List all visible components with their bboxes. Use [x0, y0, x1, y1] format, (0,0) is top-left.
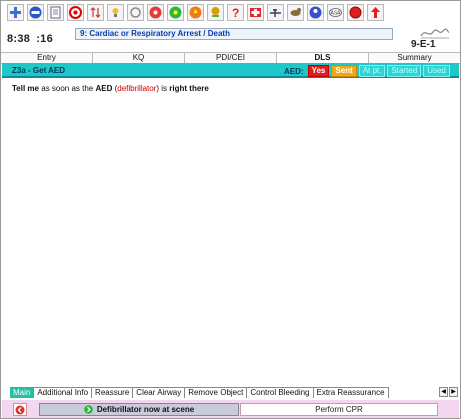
next-arrow-icon: [84, 405, 93, 414]
time-seconds: :16: [36, 33, 54, 45]
animal-icon[interactable]: [287, 4, 304, 21]
tab-reassure[interactable]: Reassure: [92, 388, 134, 398]
remove-icon[interactable]: [27, 4, 44, 21]
instr-aed: AED: [95, 84, 113, 93]
aed-at-pt-button[interactable]: At pt.: [358, 65, 386, 77]
aed-yes-button[interactable]: Yes: [307, 65, 330, 77]
fire-icon[interactable]: [187, 4, 204, 21]
tab-dls[interactable]: DLS: [277, 53, 369, 63]
medical-icon[interactable]: [247, 4, 264, 21]
tab-kq[interactable]: KQ: [93, 53, 185, 63]
alert-icon[interactable]: [347, 4, 364, 21]
stop-icon[interactable]: [67, 4, 84, 21]
case-title-field[interactable]: 9: Cardiac or Respiratory Arrest / Death: [75, 28, 393, 40]
question-icon[interactable]: ?: [227, 4, 244, 21]
aed-started-button[interactable]: Started: [387, 65, 422, 77]
tab-scroll-right-icon[interactable]: ▶: [449, 387, 458, 397]
sort-icon[interactable]: [87, 4, 104, 21]
up-arrow-icon[interactable]: [367, 4, 384, 21]
aed-sent-button[interactable]: Sent: [331, 65, 357, 77]
tab-main[interactable]: Main: [10, 388, 35, 398]
defibrillator-at-scene-button[interactable]: Defibrillator now at scene: [39, 403, 239, 416]
aed-status-group: AED: Yes Sent At pt. Started Used: [284, 65, 450, 77]
perform-cpr-button[interactable]: Perform CPR: [240, 403, 438, 416]
time-main: 8:38: [7, 33, 31, 45]
aircraft-icon[interactable]: [267, 4, 284, 21]
instruction-text: Tell me as soon as the AED (defibrillato…: [12, 84, 209, 93]
poison-icon[interactable]: [207, 4, 224, 21]
defibrillator-at-scene-label: Defibrillator now at scene: [96, 405, 195, 414]
tab-remove-object[interactable]: Remove Object: [185, 388, 248, 398]
aed-label: AED:: [284, 66, 304, 76]
instr-defibrillator: defibrillator: [117, 84, 157, 93]
add-icon[interactable]: [7, 4, 24, 21]
back-icon[interactable]: [13, 403, 27, 416]
aed-used-button[interactable]: Used: [423, 65, 450, 77]
panel-title: Z3a - Get AED: [12, 66, 66, 75]
tab-additional-info[interactable]: Additional Info: [34, 388, 93, 398]
determinant-code: 9-E-1: [411, 39, 436, 50]
refresh-icon[interactable]: [127, 4, 144, 21]
document-icon[interactable]: [47, 4, 64, 21]
protocol-logo-icon: [420, 28, 450, 39]
hazard-icon[interactable]: [167, 4, 184, 21]
toolbar: ? ASA 8:38 :16 9: Cardiac or Respiratory …: [1, 1, 460, 51]
instr-tell-me: Tell me: [12, 84, 39, 93]
tab-control-bleeding[interactable]: Control Bleeding: [247, 388, 314, 398]
toolbar-icons: ? ASA: [7, 4, 384, 24]
tab-clear-airway[interactable]: Clear Airway: [133, 388, 186, 398]
tab-pdi-cei[interactable]: PDI/CEI: [185, 53, 277, 63]
hint-icon[interactable]: [107, 4, 124, 21]
panel-header: Z3a - Get AED AED: Yes Sent At pt. Start…: [2, 63, 459, 78]
app-window: ? ASA 8:38 :16 9: Cardiac or Respiratory …: [0, 0, 461, 419]
tab-entry[interactable]: Entry: [1, 53, 93, 63]
instruction-panel: Tell me as soon as the AED (defibrillato…: [2, 79, 459, 384]
instr-part-3: ) is: [156, 84, 170, 93]
tab-summary[interactable]: Summary: [369, 53, 460, 63]
user-icon[interactable]: [307, 4, 324, 21]
tab-extra-reassurance[interactable]: Extra Reassurance: [313, 388, 389, 398]
bottom-tabs: Main Additional Info Reassure Clear Airw…: [10, 387, 389, 398]
tab-scroll-left-icon[interactable]: ◀: [439, 387, 448, 397]
svg-text:?: ?: [232, 6, 239, 19]
instr-right-there: right there: [169, 84, 209, 93]
radiation-icon[interactable]: [147, 4, 164, 21]
asa-icon[interactable]: ASA: [327, 4, 344, 21]
elapsed-time: 8:38 :16: [7, 33, 53, 45]
action-bar: Defibrillator now at scene Perform CPR: [2, 400, 459, 418]
instr-part-1: as soon as the: [38, 84, 96, 93]
asa-label: ASA: [331, 11, 342, 17]
